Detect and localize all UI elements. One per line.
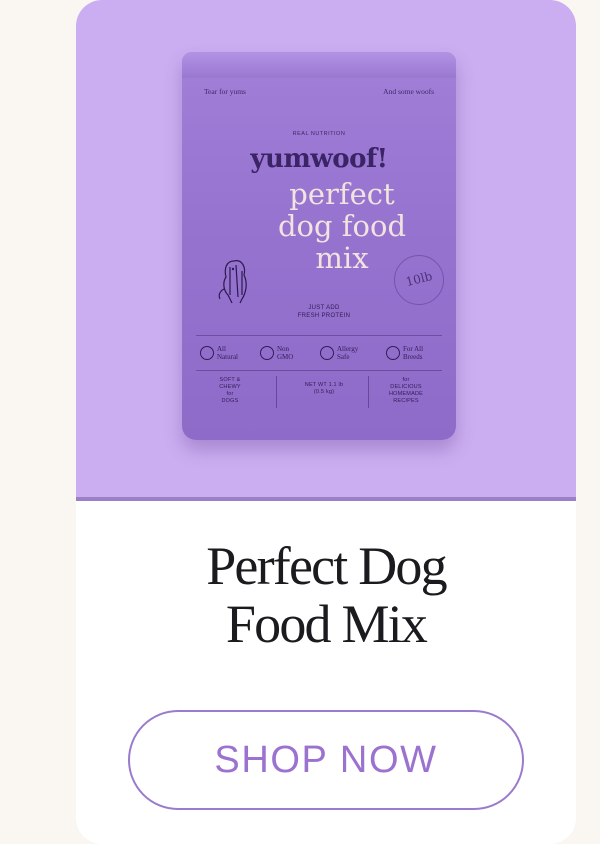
info-line: NET WT 1.1 lb xyxy=(304,382,344,388)
heart-icon xyxy=(320,346,334,360)
feature-label: All Natural xyxy=(217,345,238,361)
feature-allergy-safe: Allergy Safe xyxy=(320,343,358,363)
image-divider xyxy=(76,497,576,501)
feature-label-line: Breeds xyxy=(403,353,423,361)
feature-all-natural: All Natural xyxy=(200,343,238,363)
product-bag-image: Tear for yums And some woofs REAL NUTRIT… xyxy=(182,52,456,440)
feature-label-line: For All xyxy=(403,345,424,353)
shop-now-label: SHOP NOW xyxy=(214,738,438,781)
bag-name-line: dog food xyxy=(277,209,407,243)
bag-info-row: SOFT & CHEWY for DOGS NET WT 1.1 lb (0.5… xyxy=(196,374,442,410)
info-line: HOMEMADE xyxy=(389,391,423,397)
feature-label-line: Non xyxy=(277,345,290,353)
bag-subtext-line: FRESH PROTEIN xyxy=(297,313,351,319)
bag-seal xyxy=(182,52,456,79)
bag-tagline: REAL NUTRITION xyxy=(292,131,346,137)
bag-brand: yumwoof! xyxy=(250,144,388,174)
product-image-area[interactable]: Tear for yums And some woofs REAL NUTRIT… xyxy=(76,0,576,497)
info-soft-chewy: SOFT & CHEWY for DOGS xyxy=(202,377,258,405)
no-gmo-icon xyxy=(260,346,274,360)
info-line: DOGS xyxy=(221,398,239,404)
feature-label-line: Safe xyxy=(337,353,350,361)
product-card[interactable]: Tear for yums And some woofs REAL NUTRIT… xyxy=(76,0,576,844)
info-recipes: for DELICIOUS HOMEMADE RECIPES xyxy=(376,377,436,405)
info-line: RECIPES xyxy=(393,398,419,404)
info-line: for xyxy=(226,391,234,397)
dog-icon xyxy=(386,346,400,360)
product-title-line: Perfect Dog xyxy=(206,536,447,596)
divider xyxy=(368,376,369,408)
info-line: for xyxy=(402,377,410,383)
info-line: DELICIOUS xyxy=(390,384,422,390)
dog-illustration-icon xyxy=(218,260,247,304)
info-net-weight: NET WT 1.1 lb (0.5 kg) xyxy=(284,382,364,396)
info-line: (0.5 kg) xyxy=(313,389,335,395)
bag-subtext: JUST ADD FRESH PROTEIN xyxy=(282,304,366,320)
feature-label: Non GMO xyxy=(277,345,293,361)
feature-label: For All Breeds xyxy=(403,345,423,361)
product-title-line: Food Mix xyxy=(225,594,428,654)
leaf-icon xyxy=(200,346,214,360)
stamp-text: 10lb xyxy=(404,268,434,290)
info-line: SOFT & xyxy=(219,377,241,383)
feature-label-line: All xyxy=(217,345,226,353)
bag-top-right-text: And some woofs xyxy=(383,87,434,96)
bag-top-left-text: Tear for yums xyxy=(204,87,246,96)
feature-label: Allergy Safe xyxy=(337,345,358,361)
feature-all-breeds: For All Breeds xyxy=(386,343,423,363)
feature-label-line: Natural xyxy=(217,353,238,361)
info-line: CHEWY xyxy=(219,384,241,390)
divider xyxy=(276,376,277,408)
product-title[interactable]: Perfect Dog Food Mix xyxy=(76,537,576,653)
bag-name-line: perfect xyxy=(289,177,395,211)
bag-subtext-line: JUST ADD xyxy=(308,305,340,311)
feature-non-gmo: Non GMO xyxy=(260,343,293,363)
weight-stamp-icon: 10lb xyxy=(394,255,444,305)
feature-label-line: GMO xyxy=(277,353,294,361)
feature-label-line: Allergy xyxy=(337,345,359,353)
bag-feature-row: All Natural Non GMO Allergy Safe For All… xyxy=(196,335,442,371)
shop-now-button[interactable]: SHOP NOW xyxy=(128,710,524,810)
